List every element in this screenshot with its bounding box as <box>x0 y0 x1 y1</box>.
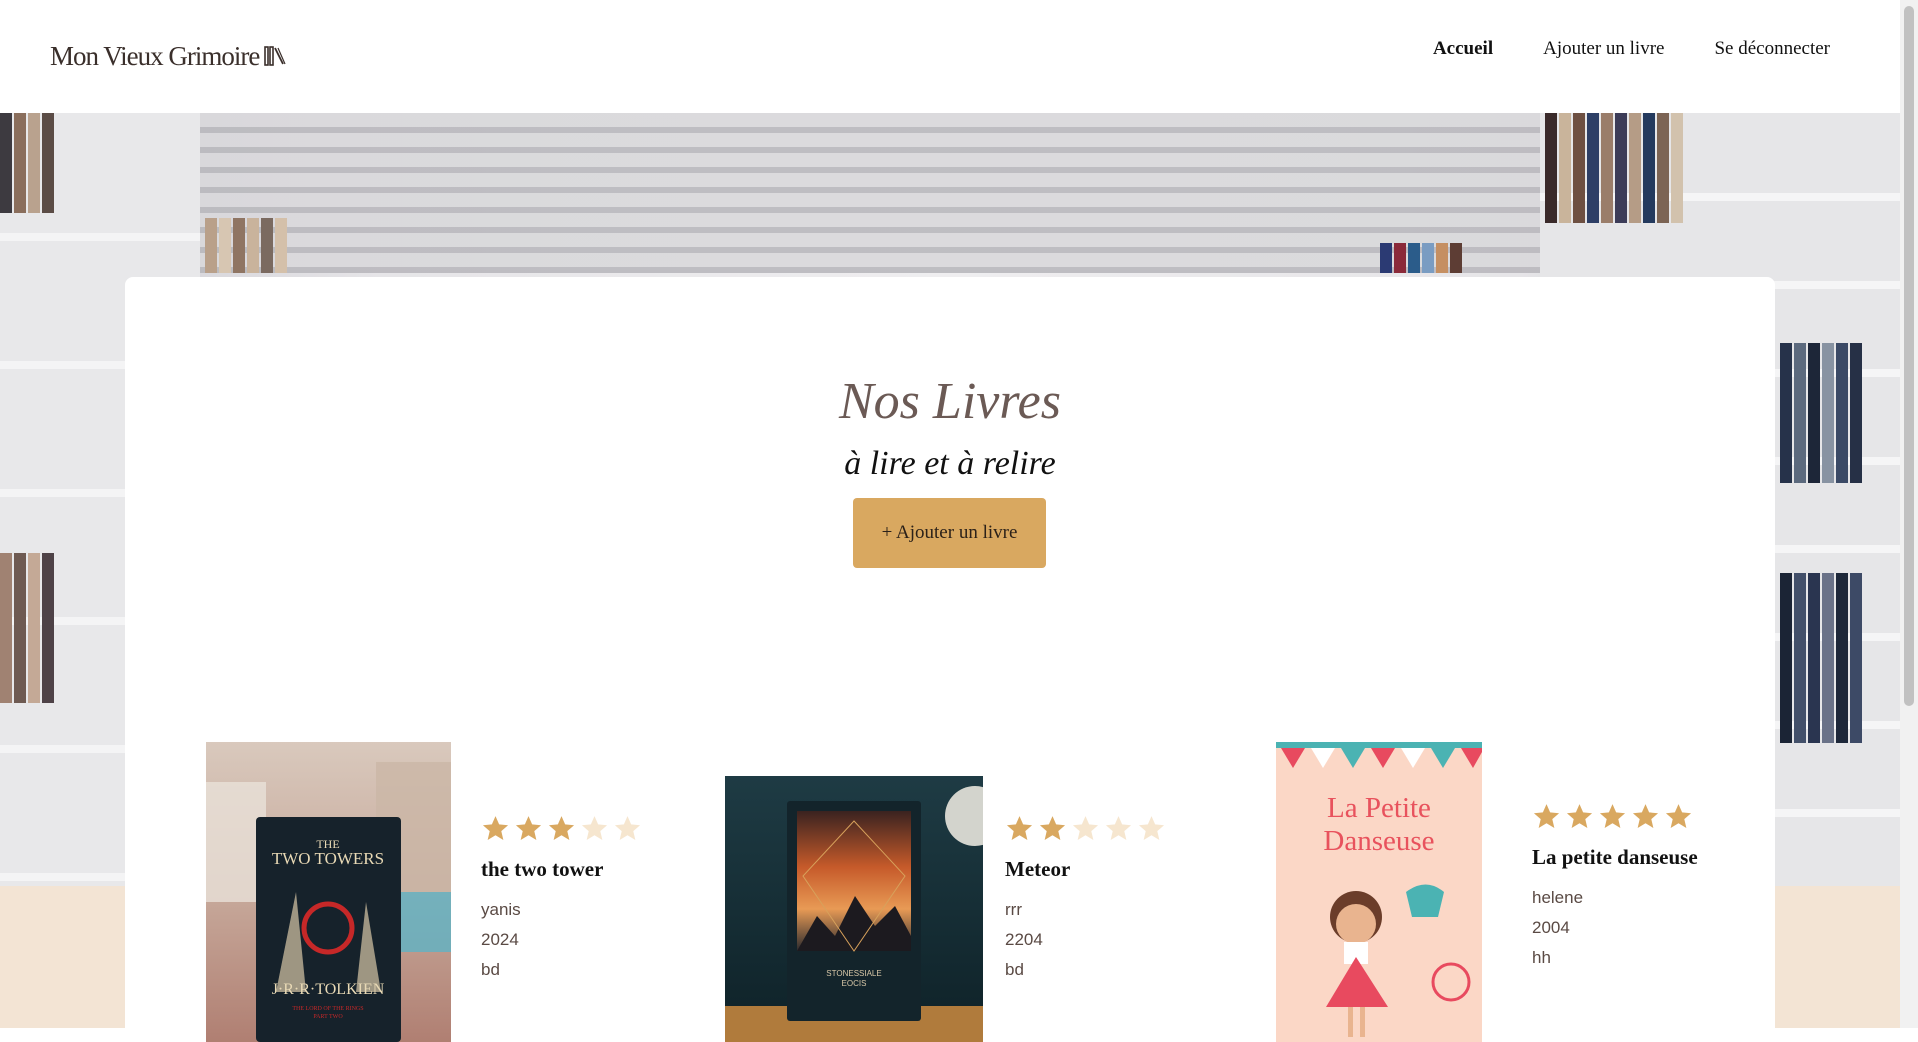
nav-deconnecter[interactable]: Se déconnecter <box>1714 38 1830 60</box>
add-book-button[interactable]: + Ajouter un livre <box>853 498 1046 568</box>
book-card[interactable]: THE TWO TOWERS J·R·R·TOLKIEN THE LORD OF… <box>206 742 646 1042</box>
book-genre: hh <box>1532 948 1551 967</box>
book-author: helene <box>1532 888 1584 907</box>
hero-books-right-bottom <box>1780 573 1862 743</box>
book-year: 2004 <box>1532 918 1570 937</box>
nav-accueil[interactable]: Accueil <box>1433 38 1493 60</box>
star-empty-icon <box>614 816 641 840</box>
book-genre: bd <box>481 960 500 979</box>
star-empty-icon <box>1072 816 1099 840</box>
book-info: the two tower yanis 2024 bd <box>481 814 646 985</box>
book-meta: helene 2004 hh <box>1532 883 1707 973</box>
page-subtitle: à lire et à relire <box>844 445 1056 482</box>
site-header: Mon Vieux Grimoire Accueil Ajouter un li… <box>0 0 1900 113</box>
star-rating <box>481 814 646 843</box>
star-rating <box>1005 814 1175 843</box>
book-card[interactable]: STONESSIALE EOCIS Meteor rrr 2204 bd <box>725 742 1175 1042</box>
book-author: yanis <box>481 900 521 919</box>
book-year: 2204 <box>1005 930 1043 949</box>
cover-text-meteor-2: EOCIS <box>842 979 867 988</box>
book-cover-la-petite-danseuse[interactable]: La Petite Danseuse <box>1276 742 1482 1042</box>
star-rating <box>1532 802 1707 831</box>
cover-text-meteor-1: STONESSIALE <box>826 969 881 978</box>
book-title: Meteor <box>1005 857 1071 881</box>
hero-ceiling <box>200 113 1540 273</box>
cover-text-author: J·R·R·TOLKIEN <box>272 981 385 998</box>
book-cover-two-towers[interactable]: THE TWO TOWERS J·R·R·TOLKIEN THE LORD OF… <box>206 742 451 1042</box>
book-info: La petite danseuse helene 2004 hh <box>1532 802 1707 973</box>
star-empty-icon <box>1138 816 1165 840</box>
book-info: Meteor rrr 2204 bd <box>1005 814 1175 985</box>
book-meta: yanis 2024 bd <box>481 895 646 985</box>
star-filled-icon <box>548 816 575 840</box>
nav-ajouter-livre[interactable]: Ajouter un livre <box>1543 38 1664 60</box>
book-title: the two tower <box>481 857 604 881</box>
star-filled-icon <box>482 816 509 840</box>
book-author: rrr <box>1005 900 1022 919</box>
book-year: 2024 <box>481 930 519 949</box>
cover-text-part: PART TWO <box>313 1014 343 1020</box>
star-filled-icon <box>1599 804 1626 828</box>
book-title: La petite danseuse <box>1532 845 1698 869</box>
hero-books-left-top <box>0 113 54 213</box>
cover-text-danseuse-1: La Petite <box>1327 792 1431 824</box>
book-cover-meteor[interactable]: STONESSIALE EOCIS <box>725 776 983 1042</box>
hero-books-left-mid <box>0 553 54 703</box>
cover-text-series: THE LORD OF THE RINGS <box>292 1006 363 1012</box>
star-filled-icon <box>1665 804 1692 828</box>
logo-text: Mon Vieux Grimoire <box>50 40 260 71</box>
books-section: Nos Livres à lire et à relire + Ajouter … <box>125 277 1775 1042</box>
star-empty-icon <box>1105 816 1132 840</box>
cover-text-two-towers: TWO TOWERS <box>272 849 384 868</box>
book-card[interactable]: La Petite Danseuse La petite danseuse he… <box>1276 742 1716 1042</box>
hero-books-shelf-a <box>205 218 287 273</box>
hero-books-shelf-b <box>1380 243 1462 273</box>
star-empty-icon <box>581 816 608 840</box>
hero-books-right-top <box>1545 113 1683 223</box>
page-title: Nos Livres <box>839 373 1061 430</box>
logo-books-icon <box>263 44 287 68</box>
site-logo[interactable]: Mon Vieux Grimoire <box>50 40 287 72</box>
scrollbar-thumb[interactable] <box>1904 6 1914 706</box>
star-filled-icon <box>515 816 542 840</box>
star-filled-icon <box>1039 816 1066 840</box>
star-filled-icon <box>1533 804 1560 828</box>
page-scrollbar[interactable] <box>1900 0 1918 1028</box>
cover-text-danseuse-2: Danseuse <box>1323 825 1434 857</box>
book-genre: bd <box>1005 960 1024 979</box>
star-filled-icon <box>1006 816 1033 840</box>
main-nav: Accueil Ajouter un livre Se déconnecter <box>1383 38 1830 60</box>
hero-books-right-mid <box>1780 343 1862 483</box>
star-filled-icon <box>1632 804 1659 828</box>
star-filled-icon <box>1566 804 1593 828</box>
book-meta: rrr 2204 bd <box>1005 895 1175 985</box>
